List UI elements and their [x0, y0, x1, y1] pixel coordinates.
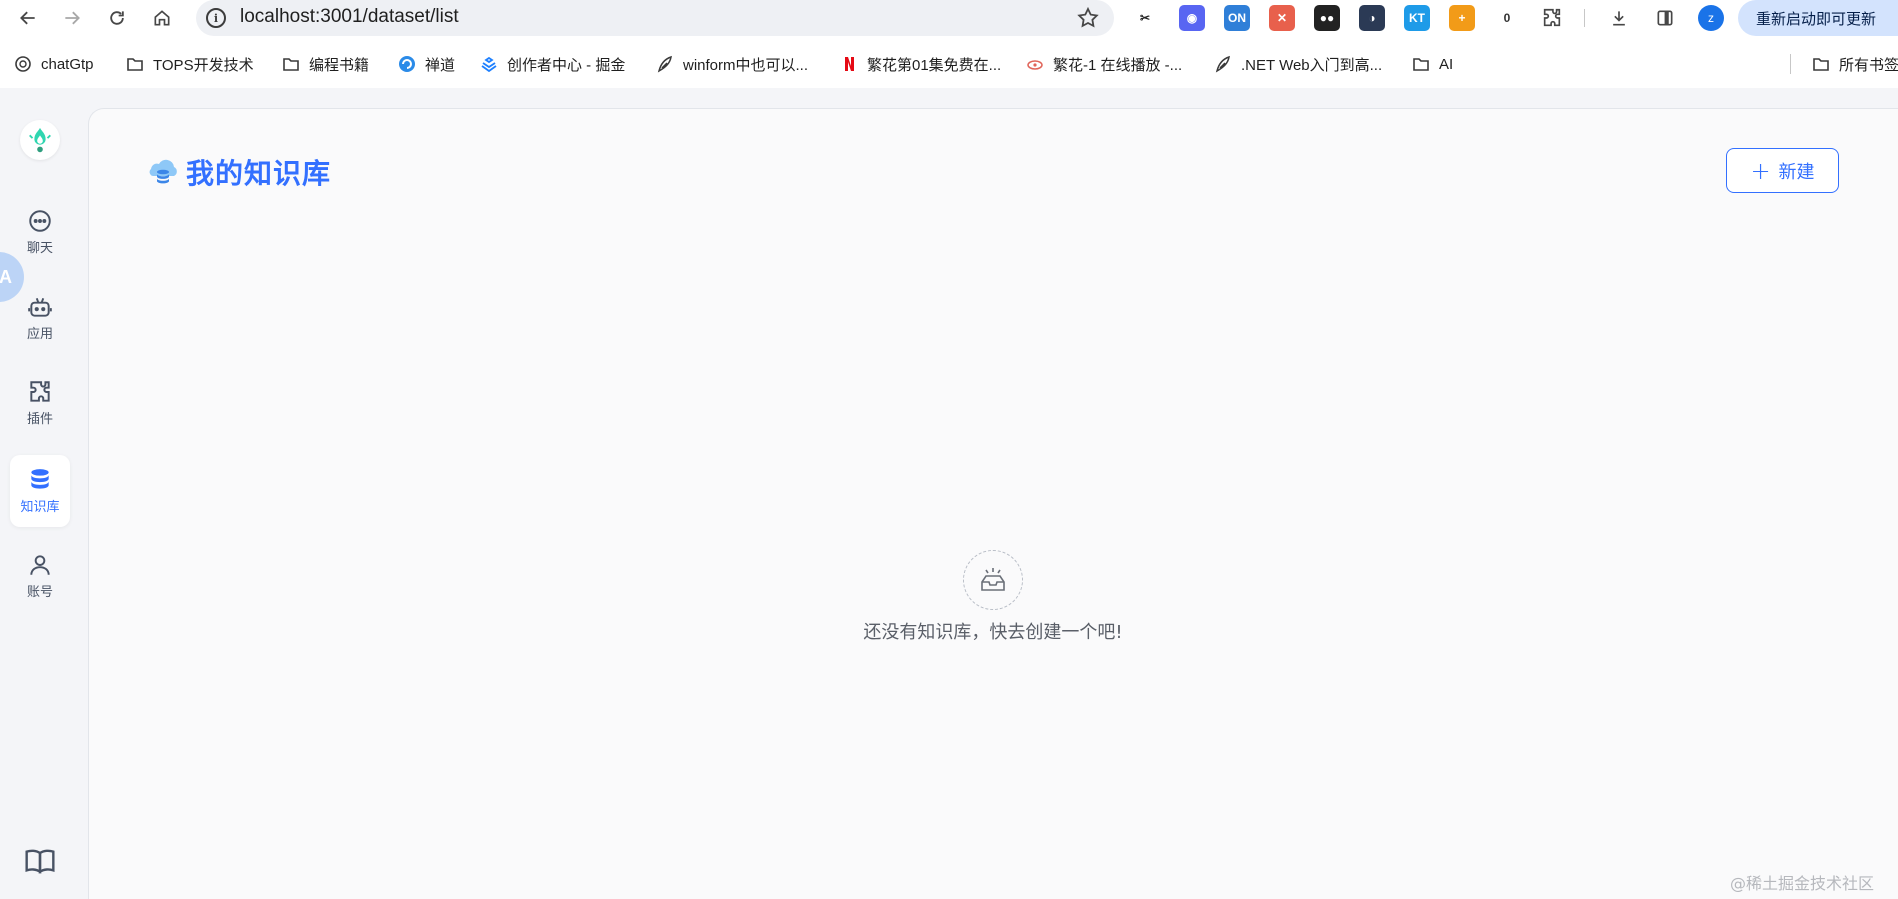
address-bar[interactable]: i localhost:3001/dataset/list [196, 0, 1114, 36]
browser-toolbar: i localhost:3001/dataset/list ✂ ◉ ON ✕ ●● ◑ KT… [0, 0, 1898, 36]
video-icon [1026, 55, 1044, 73]
bookmark-item[interactable]: chatGtp [14, 52, 94, 76]
bookmark-label: .NET Web入门到高... [1241, 56, 1383, 74]
bookmarks-bar: chatGtp TOPS开发技术 编程书籍 禅道 创作者中心 - 掘金 winf… [0, 44, 1898, 84]
empty-state-text: 还没有知识库，快去创建一个吧! [863, 622, 1123, 643]
reload-button[interactable] [103, 4, 131, 32]
bookmark-label: 创作者中心 - 掘金 [507, 56, 626, 74]
bookmark-label: 编程书籍 [309, 56, 370, 74]
openai-icon [14, 55, 32, 73]
back-arrow-icon [20, 11, 35, 25]
bookmark-item[interactable]: 禅道 [398, 52, 455, 76]
nav-label: 插件 [26, 412, 53, 427]
watermark: @稀土掘金技术社区 [1730, 874, 1875, 893]
nav-chat[interactable]: 聊天 [10, 196, 70, 268]
site-info-icon[interactable]: i [206, 8, 226, 28]
folder-icon [1412, 55, 1430, 73]
user-icon [30, 555, 50, 575]
update-button[interactable]: 重新启动即可更新 [1738, 0, 1898, 36]
nav-account[interactable]: 账号 [10, 540, 70, 612]
bookmark-folder[interactable]: TOPS开发技术 [126, 52, 254, 76]
bookmark-item[interactable]: 繁花第01集免费在... [840, 52, 1001, 76]
juejin-icon [480, 55, 498, 73]
back-button[interactable] [14, 4, 42, 32]
chat-icon [29, 210, 51, 232]
side-panel-button[interactable] [1651, 4, 1679, 32]
page-header: 我的知识库 [148, 152, 331, 192]
cut-extension-icon[interactable]: ✂ [1132, 5, 1158, 31]
bookmark-item[interactable]: 繁花-1 在线播放 -... [1026, 52, 1182, 76]
nav-knowledge-base[interactable]: 知识库 [10, 455, 70, 527]
puzzle-extension-icon[interactable] [1539, 5, 1565, 31]
main-panel [88, 108, 1898, 899]
colorful-extension-icon[interactable]: ✕ [1269, 5, 1295, 31]
home-button[interactable] [148, 4, 176, 32]
docs-book-icon[interactable] [24, 845, 56, 877]
kt-extension-icon[interactable]: KT [1404, 5, 1430, 31]
bookmark-label: AI [1439, 55, 1454, 73]
empty-state-icon [963, 550, 1023, 610]
address-url[interactable]: localhost:3001/dataset/list [240, 6, 459, 28]
counter-extension-icon[interactable]: 0 [1494, 5, 1520, 31]
profile-avatar[interactable]: z [1698, 5, 1724, 31]
bookmark-label: chatGtp [41, 55, 94, 73]
download-icon [1613, 11, 1625, 26]
bookmark-label: winform中也可以... [683, 56, 809, 74]
zentao-icon [398, 55, 416, 73]
robot-icon [28, 297, 52, 317]
bookmark-star-icon[interactable] [1076, 6, 1100, 30]
bookmark-folder[interactable]: 编程书籍 [282, 52, 369, 76]
folder-icon [126, 55, 144, 73]
new-knowledge-base-button[interactable]: + 新建 [1726, 148, 1839, 193]
plus-extension-icon[interactable]: + [1449, 5, 1475, 31]
bookmark-label: 繁花-1 在线播放 -... [1053, 56, 1183, 74]
page-title: 我的知识库 [186, 157, 332, 190]
bookmark-folder[interactable]: AI [1412, 52, 1453, 76]
feather-icon [656, 55, 674, 73]
nav-label: 账号 [26, 585, 53, 600]
home-icon [154, 10, 170, 26]
forward-arrow-icon [65, 11, 80, 25]
toolbar-divider [1584, 9, 1585, 27]
feather-icon [1214, 55, 1232, 73]
bookmarks-divider [1790, 54, 1791, 74]
all-bookmarks-folder[interactable]: 所有书签 [1812, 52, 1898, 76]
logo-icon [29, 127, 51, 153]
bookmark-item[interactable]: 创作者中心 - 掘金 [480, 52, 625, 76]
netflix-icon [840, 55, 858, 73]
app-logo[interactable] [20, 120, 60, 160]
bookmark-item[interactable]: winform中也可以... [656, 52, 808, 76]
new-button-label: 新建 [1778, 161, 1815, 183]
folder-icon [282, 55, 300, 73]
plus-icon: + [1750, 156, 1771, 185]
folder-icon [1812, 55, 1830, 73]
bookmark-label: TOPS开发技术 [153, 56, 254, 74]
downloads-button[interactable] [1605, 4, 1633, 32]
discord-extension-icon[interactable]: ◉ [1179, 5, 1205, 31]
empty-inbox-icon [981, 568, 1005, 591]
bookmark-label: 繁花第01集免费在... [867, 56, 1002, 74]
nav-apps[interactable]: 应用 [10, 282, 70, 354]
edge-extension-icon[interactable]: ◑ [1359, 5, 1385, 31]
nav-plugins[interactable]: 插件 [10, 367, 70, 439]
database-icon [31, 469, 49, 489]
reload-icon [110, 11, 124, 25]
bookmark-label: 禅道 [425, 56, 456, 74]
dark-extension-icon[interactable]: ●● [1314, 5, 1340, 31]
forward-button[interactable] [58, 4, 86, 32]
bookmark-label: 所有书签 [1839, 56, 1898, 74]
nav-label: 应用 [26, 327, 53, 342]
side-panel-icon [1657, 10, 1673, 26]
knowledge-base-icon [149, 159, 177, 184]
nav-label: 聊天 [26, 241, 53, 256]
bookmark-item[interactable]: .NET Web入门到高... [1214, 52, 1382, 76]
nav-label: 知识库 [20, 500, 60, 515]
on-extension-icon[interactable]: ON [1224, 5, 1250, 31]
puzzle-icon [30, 381, 50, 402]
